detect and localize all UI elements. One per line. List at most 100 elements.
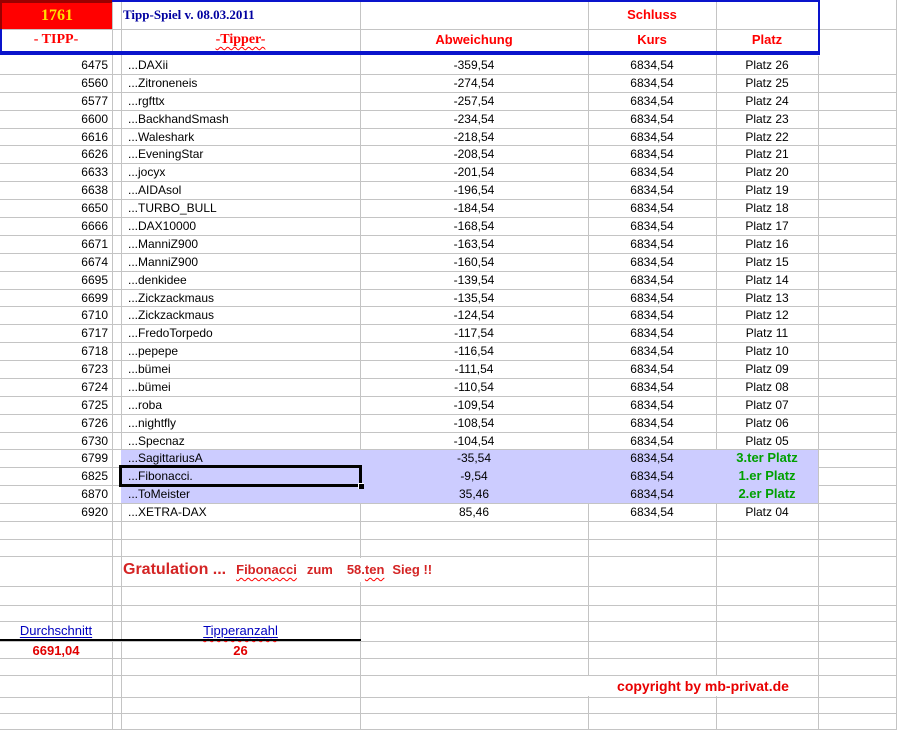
platz-cell[interactable]: Platz 11 [716, 324, 818, 342]
tipp-cell[interactable]: 6674 [0, 253, 110, 271]
tipp-cell[interactable]: 6695 [0, 271, 110, 289]
tipp-cell[interactable]: 6560 [0, 74, 110, 92]
abweichung-cell[interactable]: -35,54 [360, 449, 588, 467]
kurs-cell[interactable]: 6834,54 [588, 199, 716, 217]
tipper-cell[interactable]: ...rgfttx [121, 92, 360, 110]
platz-cell[interactable]: 3.ter Platz [716, 449, 818, 467]
platz-cell[interactable]: Platz 21 [716, 145, 818, 163]
platz-cell[interactable]: Platz 18 [716, 199, 818, 217]
tipp-cell[interactable]: 6730 [0, 432, 110, 450]
tipper-cell[interactable]: ...BackhandSmash [121, 110, 360, 128]
kurs-cell[interactable]: 6834,54 [588, 235, 716, 253]
tipper-cell[interactable]: ...Zickzackmaus [121, 289, 360, 307]
tipper-cell[interactable]: ...Waleshark [121, 128, 360, 146]
tipper-cell[interactable]: ...FredoTorpedo [121, 324, 360, 342]
tipp-cell[interactable]: 6633 [0, 163, 110, 181]
kurs-cell[interactable]: 6834,54 [588, 378, 716, 396]
kurs-cell[interactable]: 6834,54 [588, 485, 716, 503]
kurs-cell[interactable]: 6834,54 [588, 163, 716, 181]
kurs-cell[interactable]: 6834,54 [588, 110, 716, 128]
kurs-cell[interactable]: 6834,54 [588, 449, 716, 467]
tipp-cell[interactable]: 6717 [0, 324, 110, 342]
tipper-cell[interactable]: ...pepepe [121, 342, 360, 360]
tipper-cell[interactable]: ...roba [121, 396, 360, 414]
tipperanzahl-label[interactable]: Tipperanzahl [121, 622, 360, 640]
abweichung-cell[interactable]: -257,54 [360, 92, 588, 110]
platz-cell[interactable]: Platz 25 [716, 74, 818, 92]
game-number-cell[interactable]: 1761 [0, 0, 112, 29]
column-header-abweichung[interactable]: Abweichung [360, 29, 588, 51]
tipper-cell[interactable]: ...bümei [121, 360, 360, 378]
tipp-cell[interactable]: 6718 [0, 342, 110, 360]
tipp-cell[interactable]: 6600 [0, 110, 110, 128]
tipp-cell[interactable]: 6650 [0, 199, 110, 217]
abweichung-cell[interactable]: -274,54 [360, 74, 588, 92]
kurs-cell[interactable]: 6834,54 [588, 289, 716, 307]
tipp-cell[interactable]: 6666 [0, 217, 110, 235]
platz-cell[interactable]: Platz 09 [716, 360, 818, 378]
abweichung-cell[interactable]: -168,54 [360, 217, 588, 235]
kurs-cell[interactable]: 6834,54 [588, 56, 716, 74]
tipp-cell[interactable]: 6671 [0, 235, 110, 253]
platz-cell[interactable]: Platz 19 [716, 181, 818, 199]
platz-cell[interactable]: Platz 12 [716, 306, 818, 324]
abweichung-cell[interactable]: -108,54 [360, 414, 588, 432]
platz-cell[interactable]: Platz 22 [716, 128, 818, 146]
abweichung-cell[interactable]: -116,54 [360, 342, 588, 360]
kurs-cell[interactable]: 6834,54 [588, 503, 716, 521]
platz-cell[interactable]: Platz 16 [716, 235, 818, 253]
platz-cell[interactable]: Platz 14 [716, 271, 818, 289]
durchschnitt-value[interactable]: 6691,04 [0, 642, 112, 659]
tipper-cell[interactable]: ...Specnaz [121, 432, 360, 450]
tipp-cell[interactable]: 6475 [0, 56, 110, 74]
tipperanzahl-value[interactable]: 26 [121, 642, 360, 659]
tipp-cell[interactable]: 6638 [0, 181, 110, 199]
abweichung-cell[interactable]: -163,54 [360, 235, 588, 253]
tipp-cell[interactable]: 6723 [0, 360, 110, 378]
kurs-cell[interactable]: 6834,54 [588, 145, 716, 163]
tipp-cell[interactable]: 6699 [0, 289, 110, 307]
tipper-cell[interactable]: ...Zickzackmaus [121, 306, 360, 324]
tipper-cell[interactable]: ...ManniZ900 [121, 253, 360, 271]
kurs-cell[interactable]: 6834,54 [588, 324, 716, 342]
platz-cell[interactable]: Platz 23 [716, 110, 818, 128]
tipp-cell[interactable]: 6626 [0, 145, 110, 163]
tipp-cell[interactable]: 6825 [0, 467, 110, 485]
kurs-cell[interactable]: 6834,54 [588, 414, 716, 432]
tipp-cell[interactable]: 6799 [0, 449, 110, 467]
tipper-cell[interactable]: ...DAX10000 [121, 217, 360, 235]
kurs-cell[interactable]: 6834,54 [588, 253, 716, 271]
abweichung-cell[interactable]: -135,54 [360, 289, 588, 307]
fill-handle[interactable] [358, 483, 364, 489]
abweichung-cell[interactable]: -109,54 [360, 396, 588, 414]
platz-cell[interactable]: Platz 08 [716, 378, 818, 396]
abweichung-cell[interactable]: -208,54 [360, 145, 588, 163]
tipp-cell[interactable]: 6710 [0, 306, 110, 324]
platz-cell[interactable]: Platz 07 [716, 396, 818, 414]
abweichung-cell[interactable]: -9,54 [360, 467, 588, 485]
column-header-tipper[interactable]: -Tipper- [121, 29, 360, 51]
tipp-cell[interactable]: 6724 [0, 378, 110, 396]
kurs-cell[interactable]: 6834,54 [588, 360, 716, 378]
tipp-cell[interactable]: 6725 [0, 396, 110, 414]
abweichung-cell[interactable]: -184,54 [360, 199, 588, 217]
abweichung-cell[interactable]: -124,54 [360, 306, 588, 324]
tipp-cell[interactable]: 6616 [0, 128, 110, 146]
platz-cell[interactable]: Platz 05 [716, 432, 818, 450]
kurs-cell[interactable]: 6834,54 [588, 396, 716, 414]
tipp-cell[interactable]: 6726 [0, 414, 110, 432]
abweichung-cell[interactable]: -110,54 [360, 378, 588, 396]
tipper-cell[interactable]: ...DAXii [121, 56, 360, 74]
tipper-cell[interactable]: ...jocyx [121, 163, 360, 181]
tipp-cell[interactable]: 6577 [0, 92, 110, 110]
platz-cell[interactable]: Platz 15 [716, 253, 818, 271]
kurs-cell[interactable]: 6834,54 [588, 342, 716, 360]
platz-cell[interactable]: Platz 24 [716, 92, 818, 110]
abweichung-cell[interactable]: -234,54 [360, 110, 588, 128]
kurs-cell[interactable]: 6834,54 [588, 217, 716, 235]
platz-cell[interactable]: Platz 26 [716, 56, 818, 74]
tipper-cell[interactable]: ...EveningStar [121, 145, 360, 163]
tipper-cell[interactable]: ...Zitroneneis [121, 74, 360, 92]
kurs-cell[interactable]: 6834,54 [588, 92, 716, 110]
platz-cell[interactable]: Platz 06 [716, 414, 818, 432]
